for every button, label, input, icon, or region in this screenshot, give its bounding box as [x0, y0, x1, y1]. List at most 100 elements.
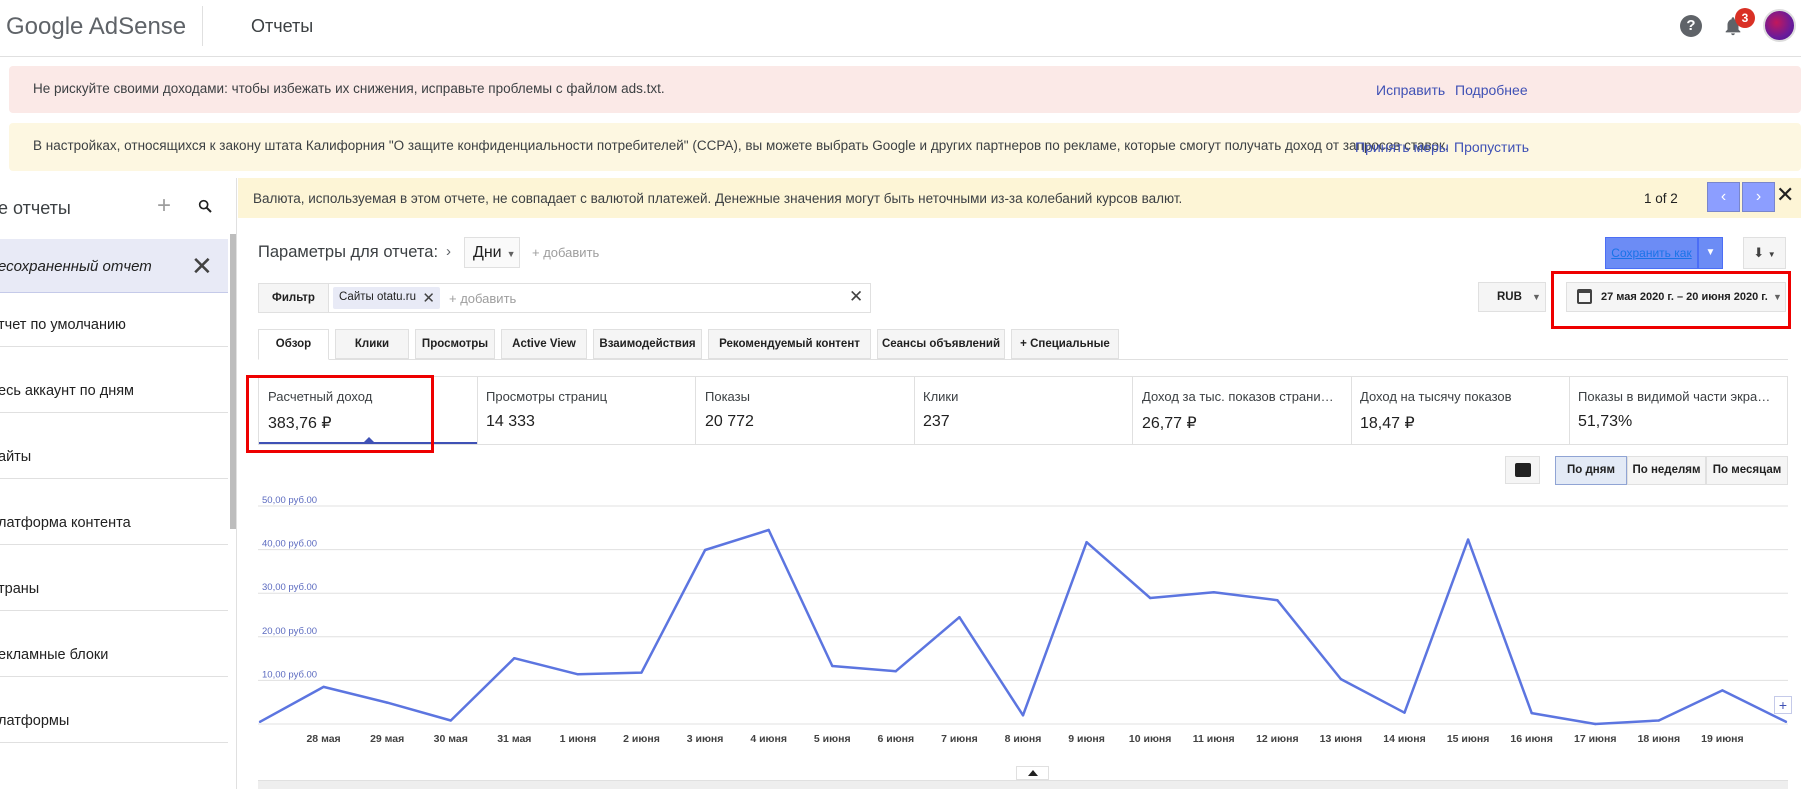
chevron-right-icon: ›: [446, 243, 451, 260]
save-as-button[interactable]: Сохранить как: [1605, 237, 1698, 269]
metric-value: 51,73%: [1578, 413, 1633, 430]
tab-overview[interactable]: Обзор: [258, 329, 329, 360]
filter-bar: Фильтр Сайты otatu.ru ✕ + добавить ✕: [258, 283, 871, 313]
annotations-button[interactable]: [1505, 456, 1540, 484]
data-point[interactable]: [449, 719, 452, 722]
add-report-icon[interactable]: +: [157, 192, 171, 220]
skip-link[interactable]: Пропустить: [1454, 139, 1529, 155]
expand-chart-button[interactable]: [1016, 766, 1049, 780]
data-point[interactable]: [640, 671, 643, 674]
sidebar-item-label: есохраненный отчет: [0, 258, 152, 275]
data-point[interactable]: [1594, 722, 1597, 726]
data-point[interactable]: [831, 664, 834, 668]
granularity-monthly[interactable]: По месяцам: [1706, 456, 1788, 485]
remove-filter-icon[interactable]: ✕: [422, 289, 435, 307]
sidebar-item-platforms[interactable]: латформы: [0, 691, 228, 743]
save-dropdown-button[interactable]: ▼: [1698, 237, 1723, 269]
sidebar-item-default-report[interactable]: тчет по умолчанию: [0, 295, 228, 347]
notice-prev-button[interactable]: ‹: [1707, 182, 1740, 212]
data-point[interactable]: [1466, 538, 1470, 541]
filter-chip[interactable]: Сайты otatu.ru ✕: [333, 287, 440, 309]
granularity-daily[interactable]: По дням: [1555, 456, 1627, 485]
fix-link[interactable]: Исправить: [1376, 82, 1445, 98]
x-tick-label: 18 июня: [1638, 733, 1681, 745]
sidebar-item-label: айты: [0, 449, 32, 465]
add-filter-input[interactable]: + добавить: [449, 291, 516, 306]
take-action-link[interactable]: Принять меры: [1355, 139, 1449, 155]
sidebar-item-label: траны: [0, 581, 40, 597]
download-button[interactable]: ⬇ ▼: [1743, 237, 1786, 269]
sidebar-item-sites[interactable]: айты: [0, 427, 228, 479]
y-tick-label: 50,00 руб.00: [262, 495, 317, 506]
tab-views[interactable]: Просмотры: [415, 329, 495, 359]
clear-filters-icon[interactable]: ✕: [849, 287, 863, 307]
dimension-select[interactable]: Дни ▼: [464, 237, 520, 268]
avatar[interactable]: [1763, 9, 1796, 42]
data-point[interactable]: [1148, 596, 1152, 600]
search-icon[interactable]: [197, 198, 213, 214]
sidebar-item-unsaved-report[interactable]: есохраненный отчет ✕: [0, 239, 228, 293]
x-tick-label: 6 июня: [878, 733, 915, 745]
tab-ad-sessions[interactable]: Сеансы объявлений: [877, 329, 1005, 359]
close-icon[interactable]: ✕: [191, 251, 213, 282]
tab-custom[interactable]: + Специальные: [1011, 329, 1119, 359]
notice-close-icon[interactable]: ✕: [1776, 182, 1794, 208]
notice-next-button[interactable]: ›: [1742, 182, 1775, 212]
tab-clicks[interactable]: Клики: [335, 329, 409, 359]
data-point[interactable]: [322, 685, 325, 689]
adsense-logo[interactable]: Google AdSense: [6, 13, 186, 41]
metric-card-clicks[interactable]: Клики 237: [914, 377, 1133, 444]
data-point[interactable]: [767, 528, 770, 532]
notification-badge: 3: [1735, 8, 1755, 28]
add-annotation-icon[interactable]: +: [1774, 696, 1792, 714]
sidebar-item-label: латформа контента: [0, 515, 131, 531]
metric-card-page-rpm[interactable]: Доход за тыс. показов страни… 26,77 ₽: [1133, 377, 1352, 444]
sidebar-item-content-platform[interactable]: латформа контента: [0, 493, 228, 545]
sidebar-item-account-by-day[interactable]: есь аккаунт по дням: [0, 361, 228, 413]
y-tick-label: 20,00 руб.00: [262, 626, 317, 637]
metric-label: Показы: [705, 389, 750, 404]
learn-more-link[interactable]: Подробнее: [1455, 82, 1528, 98]
data-point[interactable]: [1721, 689, 1724, 692]
data-point[interactable]: [1784, 720, 1788, 724]
data-point[interactable]: [576, 673, 580, 676]
metric-card-pageviews[interactable]: Просмотры страниц 14 333: [477, 377, 696, 444]
data-point[interactable]: [1276, 598, 1279, 602]
metric-label: Доход за тыс. показов страни…: [1142, 389, 1334, 404]
help-icon[interactable]: ?: [1680, 15, 1702, 37]
data-point[interactable]: [1085, 540, 1088, 544]
series-line: [259, 528, 1787, 726]
sidebar-scrollbar[interactable]: [230, 234, 236, 529]
tab-interactions[interactable]: Взаимодействия: [593, 329, 702, 359]
data-point[interactable]: [1403, 711, 1406, 714]
y-tick-label: 30,00 руб.00: [262, 582, 317, 593]
filter-button[interactable]: Фильтр: [259, 284, 329, 312]
currency-notice-text: Валюта, используемая в этом отчете, не с…: [253, 191, 1183, 206]
data-point[interactable]: [258, 720, 262, 724]
sidebar-item-ad-units[interactable]: екламные блоки: [0, 625, 228, 677]
data-point[interactable]: [1530, 711, 1533, 715]
granularity-weekly[interactable]: По неделям: [1627, 456, 1706, 485]
metric-value: 14 333: [486, 413, 535, 430]
data-point[interactable]: [703, 548, 707, 552]
comment-icon: [1515, 463, 1531, 477]
data-point[interactable]: [513, 656, 516, 660]
filter-chip-label: Сайты otatu.ru: [339, 291, 416, 303]
tab-active-view[interactable]: Active View: [501, 329, 587, 359]
metric-card-impression-rpm[interactable]: Доход на тысячу показов 18,47 ₽: [1351, 377, 1570, 444]
data-point[interactable]: [958, 615, 961, 619]
data-point[interactable]: [1021, 714, 1025, 717]
metric-card-viewability[interactable]: Показы в видимой части экра… 51,73%: [1569, 377, 1788, 444]
data-point[interactable]: [385, 701, 389, 704]
add-dimension-link[interactable]: + добавить: [532, 245, 599, 260]
y-tick-label: 40,00 руб.00: [262, 539, 317, 550]
banner-text: Не рискуйте своими доходами: чтобы избеж…: [33, 81, 665, 96]
metric-card-impressions[interactable]: Показы 20 772: [696, 377, 915, 444]
chevron-down-icon: ▼: [1767, 250, 1776, 259]
data-point[interactable]: [1212, 591, 1215, 594]
tab-recommended-content[interactable]: Рекомендуемый контент: [708, 329, 871, 359]
data-point[interactable]: [894, 670, 898, 673]
data-point[interactable]: [1657, 719, 1661, 722]
data-point[interactable]: [1339, 677, 1343, 681]
sidebar-item-countries[interactable]: траны: [0, 559, 228, 611]
